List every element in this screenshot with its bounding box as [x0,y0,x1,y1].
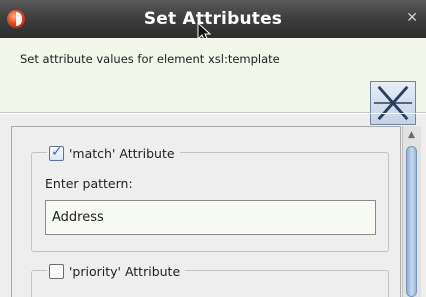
priority-attribute-checkbox[interactable] [49,263,64,279]
scroll-thumb[interactable] [406,146,417,297]
match-attribute-label: 'match' Attribute [69,145,175,161]
pattern-input[interactable] [45,200,376,235]
vertical-scrollbar[interactable]: ▲ [402,126,421,297]
match-attribute-group: ✓ 'match' Attribute Enter pattern: [31,143,389,252]
split-view-icon [370,81,416,125]
priority-attribute-legend: 'priority' Attribute [47,261,186,281]
pattern-field-label: Enter pattern: [45,176,133,191]
title-bar[interactable]: Set Attributes ✕ [0,0,426,38]
match-attribute-legend: ✓ 'match' Attribute [47,143,180,163]
match-attribute-checkbox[interactable]: ✓ [49,143,64,161]
priority-attribute-group: 'priority' Attribute [31,261,389,297]
dialog-header: Set attribute values for element xsl:tem… [0,38,426,125]
close-icon[interactable]: ✕ [406,11,418,25]
priority-attribute-label: 'priority' Attribute [69,263,181,279]
set-attributes-dialog: Set Attributes ✕ Set attribute values fo… [0,0,426,297]
checkmark-icon: ✓ [51,143,63,160]
scroll-up-arrow-icon[interactable]: ▲ [404,128,419,142]
header-description: Set attribute values for element xsl:tem… [20,52,280,66]
header-separator [0,113,426,114]
dialog-title: Set Attributes [143,9,283,29]
